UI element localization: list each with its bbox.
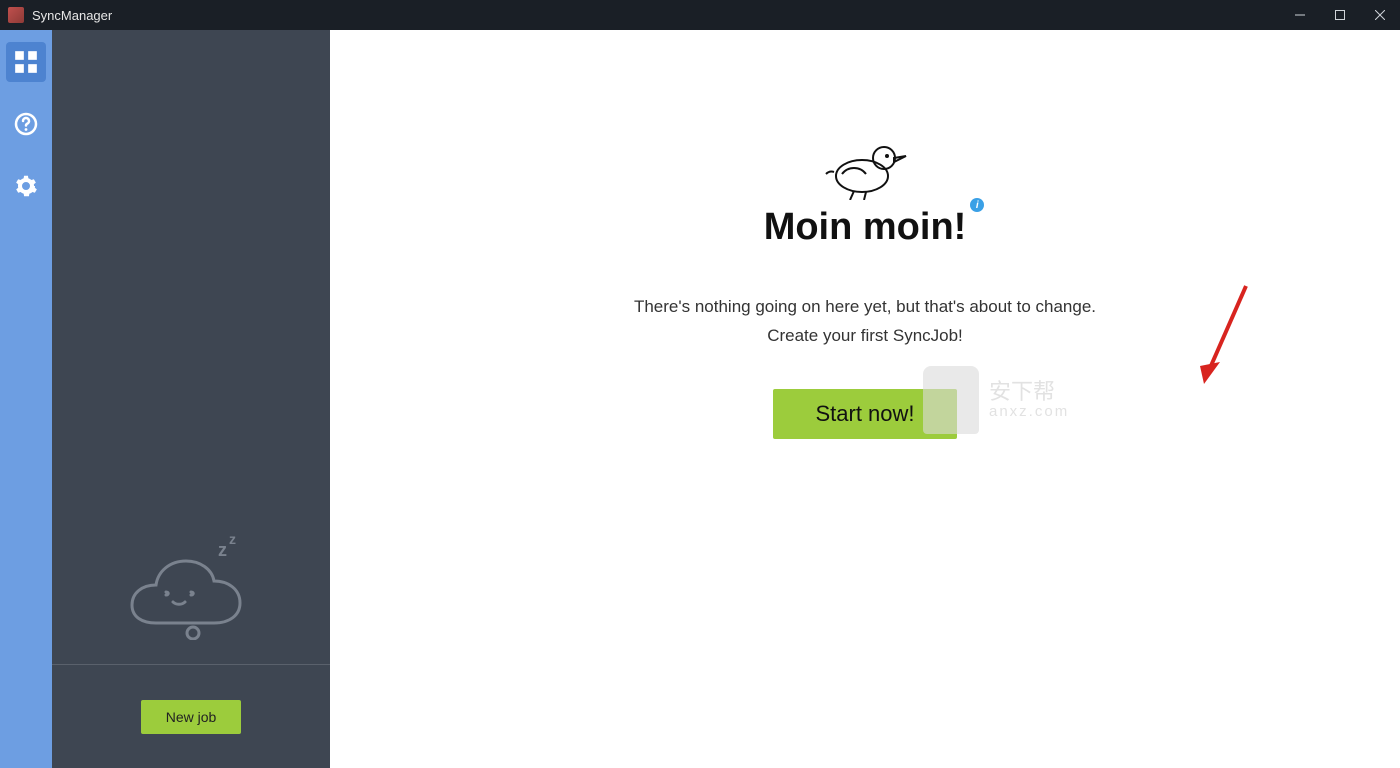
new-job-button[interactable]: New job (141, 700, 241, 734)
start-now-button[interactable]: Start now! (773, 389, 956, 439)
new-job-area: New job (52, 664, 330, 768)
main-content: Moin moin! i There's nothing going on he… (330, 30, 1400, 768)
welcome-heading: Moin moin! i (764, 206, 967, 249)
watermark-line2: anxz.com (989, 404, 1069, 421)
maximize-button[interactable] (1320, 0, 1360, 30)
nav-settings[interactable] (6, 166, 46, 206)
watermark-text: 安下帮 anxz.com (989, 380, 1069, 421)
subtext-line1: There's nothing going on here yet, but t… (634, 293, 1096, 322)
seagull-icon (820, 130, 910, 200)
job-panel: z z New job (52, 30, 330, 768)
sleeping-cloud-icon: z z (121, 530, 261, 640)
annotation-arrow (1196, 282, 1256, 392)
watermark-line1: 安下帮 (989, 380, 1069, 404)
svg-text:z: z (229, 531, 236, 547)
close-button[interactable] (1360, 0, 1400, 30)
maximize-icon (1335, 10, 1345, 20)
nav-rail (0, 30, 52, 768)
minimize-icon (1295, 10, 1305, 20)
info-badge[interactable]: i (970, 198, 984, 212)
grid-icon (13, 49, 39, 75)
nav-help[interactable] (6, 104, 46, 144)
svg-text:z: z (218, 540, 227, 560)
subtext-line2: Create your first SyncJob! (634, 322, 1096, 351)
help-icon (14, 112, 38, 136)
welcome-subtext: There's nothing going on here yet, but t… (634, 293, 1096, 351)
gear-icon (14, 174, 38, 198)
nav-dashboard[interactable] (6, 42, 46, 82)
app-icon (8, 7, 24, 23)
app-title: SyncManager (32, 8, 112, 23)
close-icon (1375, 10, 1385, 20)
heading-text: Moin moin! (764, 206, 967, 248)
job-list-empty: z z (52, 30, 330, 664)
titlebar: SyncManager (0, 0, 1400, 30)
minimize-button[interactable] (1280, 0, 1320, 30)
